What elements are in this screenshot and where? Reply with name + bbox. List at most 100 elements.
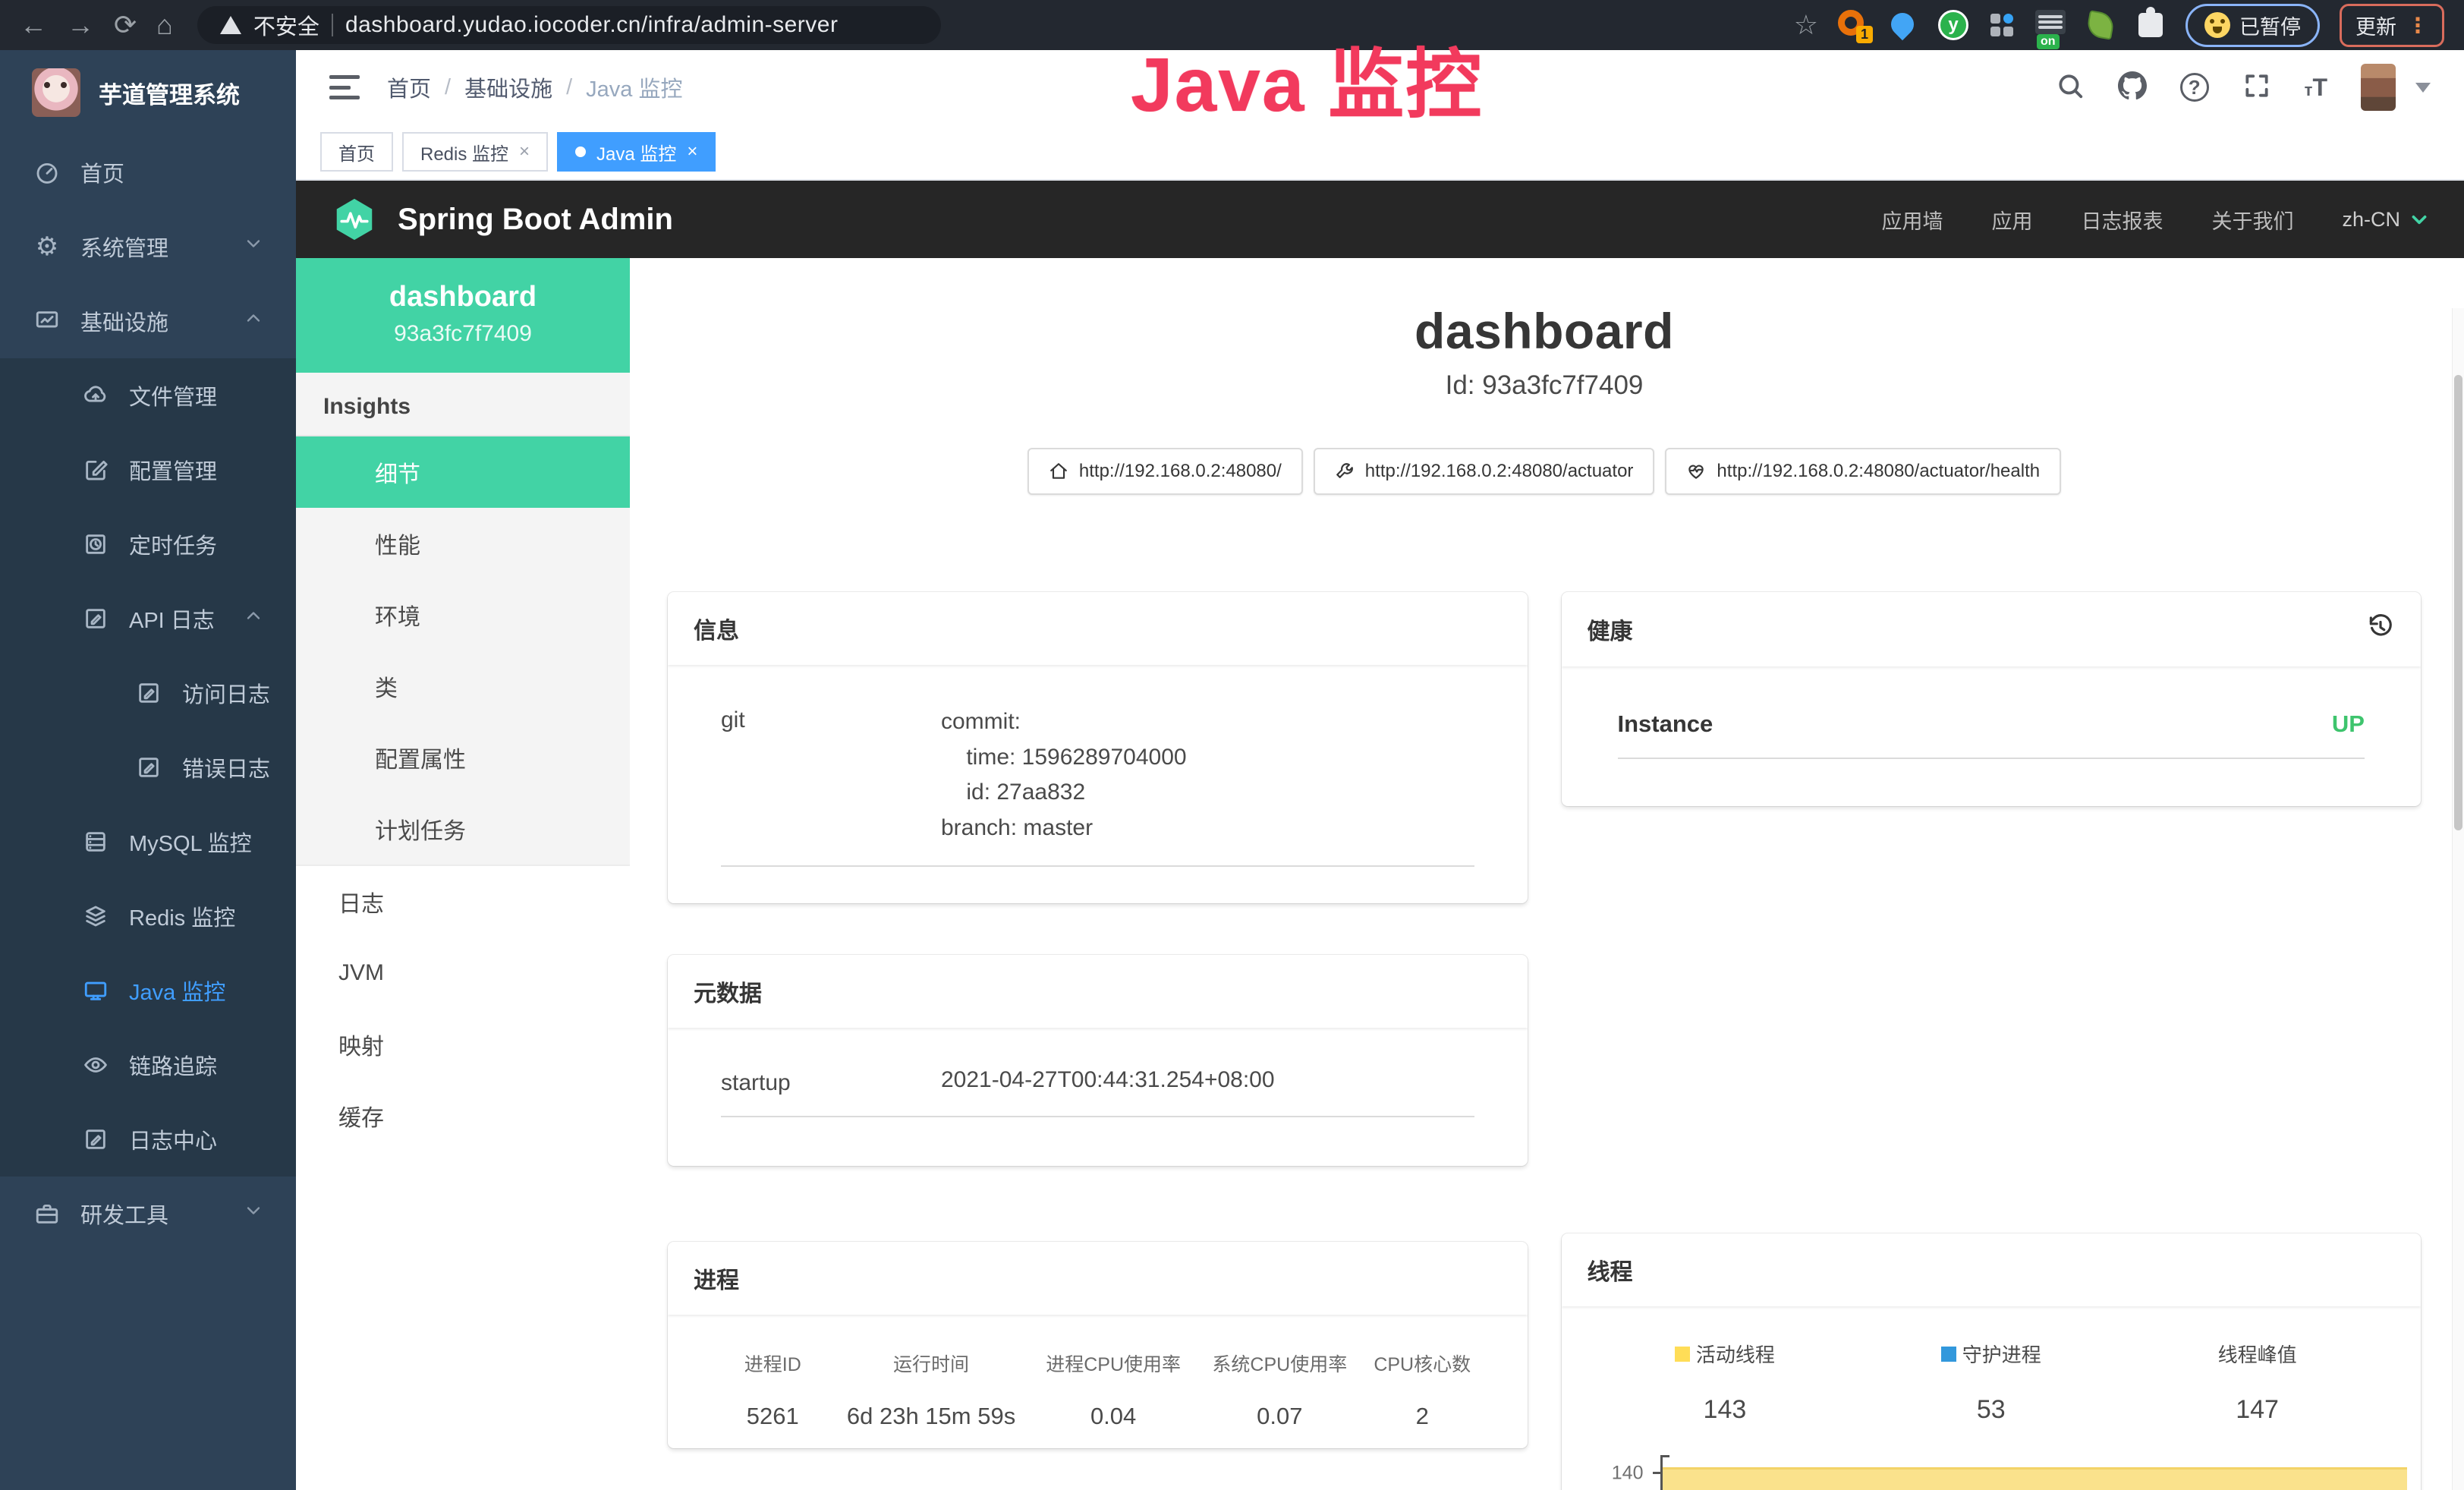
sba-item-mappings[interactable]: 映射 (296, 1009, 630, 1080)
close-icon[interactable]: × (687, 141, 697, 162)
sba-item-details[interactable]: 细节 (296, 436, 630, 508)
home-icon[interactable]: ⌂ (156, 11, 173, 39)
sba-item-classes[interactable]: 类 (296, 650, 630, 722)
sba-item-scheduled-tasks[interactable]: 计划任务 (296, 793, 630, 865)
github-icon[interactable] (2118, 71, 2147, 104)
doc-edit-icon (82, 1126, 109, 1153)
profile-avatar-emoji (2204, 12, 2230, 38)
sidebar-item-log-center[interactable]: 日志中心 (0, 1102, 296, 1177)
sba-item-caches[interactable]: 缓存 (296, 1080, 630, 1151)
live-threads-area (1663, 1467, 2408, 1490)
threads-card-title: 线程 (1588, 1253, 1633, 1287)
sba-nav-about[interactable]: 关于我们 (2211, 205, 2293, 235)
sba-item-config-props[interactable]: 配置属性 (296, 722, 630, 793)
app-logo-row[interactable]: 芋道管理系统 (0, 50, 296, 135)
sba-logo-icon (331, 196, 378, 243)
service-url-button[interactable]: http://192.168.0.2:48080/ (1027, 448, 1303, 495)
page-scrollbar[interactable] (2452, 308, 2464, 1490)
sidebar-item-mysql-monitor[interactable]: MySQL 监控 (0, 805, 296, 879)
user-menu-caret-icon[interactable] (2415, 83, 2431, 93)
address-divider (332, 14, 333, 36)
sba-sidebar: dashboard 93a3fc7f7409 Insights 细节 性能 环境… (296, 258, 630, 1490)
sba-item-metrics[interactable]: 性能 (296, 508, 630, 579)
sidebar-item-dev-tools[interactable]: 研发工具 (0, 1177, 296, 1251)
extension-pin-icon[interactable] (1888, 10, 1918, 40)
sidebar-item-system-mgmt[interactable]: ⚙ 系统管理 (0, 209, 296, 284)
close-icon[interactable]: × (519, 141, 530, 162)
forward-icon[interactable]: → (67, 11, 94, 39)
peak-threads-value: 147 (2124, 1395, 2390, 1425)
fullscreen-icon[interactable] (2242, 71, 2271, 104)
sba-instance-block[interactable]: dashboard 93a3fc7f7409 (296, 258, 630, 373)
sidebar-item-error-logs[interactable]: 错误日志 (0, 730, 296, 805)
font-size-icon[interactable]: тT (2305, 74, 2327, 102)
extension-puzzle-icon[interactable] (2135, 10, 2166, 40)
sidebar-item-api-logs[interactable]: API 日志 (0, 581, 296, 656)
extension-orange-icon[interactable]: 1 (1838, 10, 1868, 40)
y-tick-140: 140 (1612, 1463, 1644, 1485)
sba-item-environment[interactable]: 环境 (296, 579, 630, 650)
actuator-url-button[interactable]: http://192.168.0.2:48080/actuator (1314, 448, 1655, 495)
security-label[interactable]: 不安全 (253, 9, 319, 41)
help-icon[interactable]: ? (2180, 73, 2209, 102)
sba-item-logs[interactable]: 日志 (296, 866, 630, 937)
profile-paused-chip[interactable]: 已暂停 (2186, 4, 2320, 47)
sidebar-collapse-icon[interactable] (329, 75, 360, 99)
display-icon (82, 977, 109, 1004)
sba-locale-select[interactable]: zh-CN (2342, 208, 2429, 232)
extension-rows-icon[interactable]: on (2035, 10, 2066, 40)
search-icon[interactable] (2056, 71, 2085, 104)
health-instance-label[interactable]: Instance (1618, 710, 1713, 738)
chevron-up-icon (243, 307, 264, 335)
user-avatar[interactable] (2361, 64, 2396, 111)
doc-edit-icon (135, 754, 162, 781)
info-card: 信息 git commit: time: 1596289704000 id: 2… (668, 592, 1528, 903)
address-bar[interactable]: 不安全 dashboard.yudao.iocoder.cn/infra/adm… (197, 6, 941, 44)
back-icon[interactable]: ← (20, 11, 47, 39)
extension-y-icon[interactable]: y (1938, 10, 1968, 40)
sidebar-item-scheduled-jobs[interactable]: 定时任务 (0, 507, 296, 581)
reload-icon[interactable]: ⟳ (114, 11, 137, 39)
browser-menu-icon[interactable]: ⋮ (2407, 13, 2428, 38)
tag-tabs-bar: 首页 Redis 监控 × Java 监控 × (296, 124, 2464, 181)
sba-nav-wallboard[interactable]: 应用墙 (1881, 205, 1943, 235)
monitor-icon (33, 307, 61, 335)
extension-badge: 1 (1856, 26, 1873, 43)
breadcrumb-current: Java 监控 (586, 71, 682, 103)
live-threads-label: 活动线程 (1696, 1340, 1775, 1368)
tab-home[interactable]: 首页 (320, 132, 393, 172)
tab-java-monitor[interactable]: Java 监控 × (557, 132, 716, 172)
extension-grid-icon[interactable] (1988, 11, 2016, 39)
url-text[interactable]: dashboard.yudao.iocoder.cn/infra/admin-s… (345, 12, 839, 38)
chevron-down-icon (243, 1200, 264, 1227)
process-col-sys-cpu: 系统CPU使用率 (1197, 1350, 1363, 1377)
breadcrumb-infrastructure[interactable]: 基础设施 (464, 71, 552, 103)
scrollbar-thumb[interactable] (2454, 375, 2462, 830)
sidebar-item-tracing[interactable]: 链路追踪 (0, 1028, 296, 1102)
history-icon[interactable] (2366, 612, 2395, 647)
sba-nav-applications[interactable]: 应用 (1991, 205, 2032, 235)
sidebar-item-access-logs[interactable]: 访问日志 (0, 656, 296, 730)
tab-redis-monitor[interactable]: Redis 监控 × (402, 132, 548, 172)
breadcrumb-home[interactable]: 首页 (387, 71, 431, 103)
breadcrumb: 首页 / 基础设施 / Java 监控 (387, 71, 682, 103)
live-threads-value: 143 (1592, 1395, 1858, 1425)
sidebar-item-redis-monitor[interactable]: Redis 监控 (0, 879, 296, 953)
sidebar-item-java-monitor[interactable]: Java 监控 (0, 953, 296, 1028)
extension-leaf-icon[interactable] (2085, 10, 2116, 40)
infrastructure-submenu: 文件管理 配置管理 定时任务 API 日志 (0, 358, 296, 1177)
sba-brand[interactable]: Spring Boot Admin (331, 196, 673, 243)
sidebar-item-infrastructure[interactable]: 基础设施 (0, 284, 296, 358)
process-col-pid: 进程ID (713, 1350, 832, 1377)
sidebar-item-home[interactable]: 首页 (0, 135, 296, 209)
sba-nav-journal[interactable]: 日志报表 (2081, 205, 2163, 235)
health-url-button[interactable]: http://192.168.0.2:48080/actuator/health (1665, 448, 2061, 495)
eye-icon (82, 1051, 109, 1079)
wrench-icon (1335, 461, 1355, 481)
sba-item-jvm[interactable]: JVM (296, 937, 630, 1009)
sidebar-item-config-mgmt[interactable]: 配置管理 (0, 433, 296, 507)
sidebar-item-file-mgmt[interactable]: 文件管理 (0, 358, 296, 433)
bookmark-star-icon[interactable]: ☆ (1794, 9, 1818, 41)
browser-update-button[interactable]: 更新 ⋮ (2340, 4, 2444, 47)
threads-card: 线程 活动线程 守护进程 线程峰值 143 53 147 (1562, 1233, 2422, 1490)
